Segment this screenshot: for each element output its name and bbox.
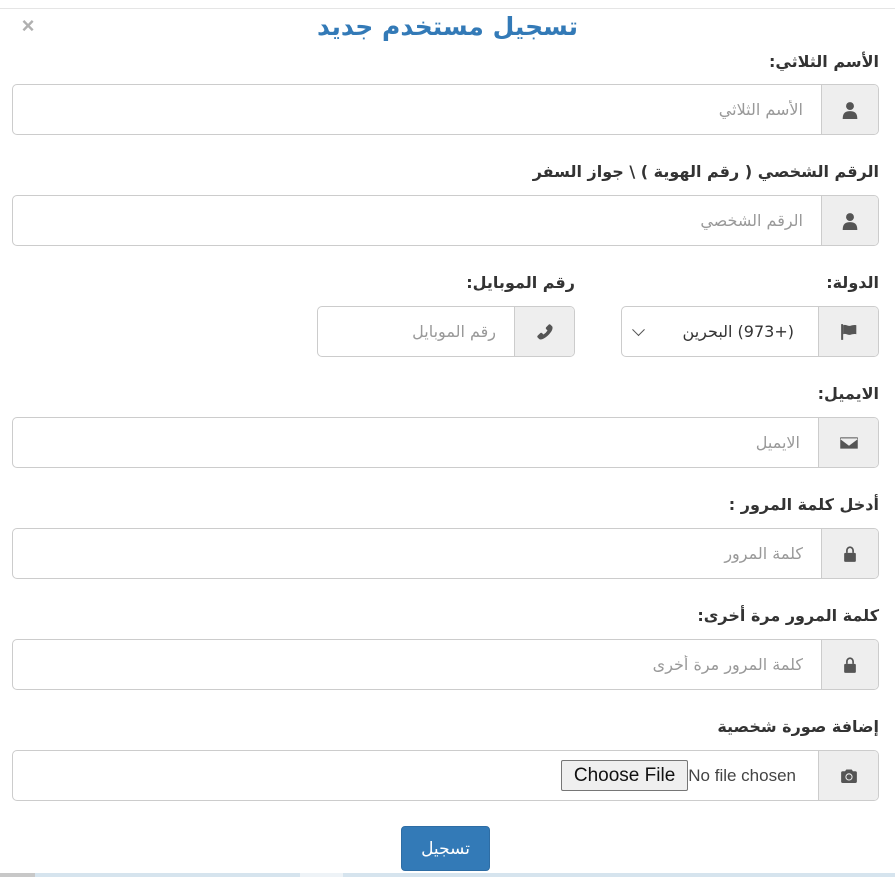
user-icon — [821, 196, 878, 245]
camera-icon — [818, 751, 878, 800]
password-confirm-label: كلمة المرور مرة أخرى: — [697, 606, 879, 625]
password-confirm-group — [12, 639, 879, 690]
country-group: (+973) البحرين — [621, 306, 879, 357]
mobile-input[interactable] — [318, 307, 514, 356]
file-status: No file chosen — [688, 765, 796, 785]
email-input[interactable] — [13, 418, 818, 467]
lock-icon — [821, 640, 878, 689]
country-selected-value: (+973) البحرين — [682, 322, 794, 341]
modal-title: تسجيل مستخدم جديد — [317, 12, 578, 41]
profile-photo-label: إضافة صورة شخصية — [717, 717, 879, 736]
mobile-label: رقم الموبايل: — [466, 273, 575, 292]
national-id-label: الرقم الشخصي ( رقم الهوية ) \ جواز السفر — [532, 162, 879, 181]
profile-photo-group: Choose File No file chosen — [12, 750, 879, 801]
lock-icon — [821, 529, 878, 578]
email-label: الايميل: — [817, 384, 879, 403]
full-name-input[interactable] — [13, 85, 821, 134]
national-id-input[interactable] — [13, 196, 821, 245]
country-label: الدولة: — [826, 273, 879, 292]
password-input[interactable] — [13, 529, 821, 578]
email-group — [12, 417, 879, 468]
register-modal: × تسجيل مستخدم جديد الأسم الثلاثي: الرقم… — [0, 0, 895, 877]
mobile-group — [317, 306, 575, 357]
flag-icon — [818, 307, 878, 356]
register-button[interactable]: تسجيل — [401, 826, 490, 871]
user-icon — [821, 85, 878, 134]
bottom-edge — [0, 873, 895, 877]
choose-file-button[interactable]: Choose File — [560, 760, 689, 791]
file-input: Choose File No file chosen — [13, 751, 818, 800]
full-name-group — [12, 84, 879, 135]
national-id-group — [12, 195, 879, 246]
password-confirm-input[interactable] — [13, 640, 821, 689]
country-select[interactable]: (+973) البحرين — [622, 307, 818, 356]
chevron-down-icon — [632, 322, 645, 336]
password-label: أدخل كلمة المرور : — [728, 495, 879, 514]
top-divider — [0, 8, 895, 9]
full-name-label: الأسم الثلاثي: — [768, 52, 879, 71]
phone-icon — [514, 307, 574, 356]
password-group — [12, 528, 879, 579]
envelope-icon — [818, 418, 878, 467]
